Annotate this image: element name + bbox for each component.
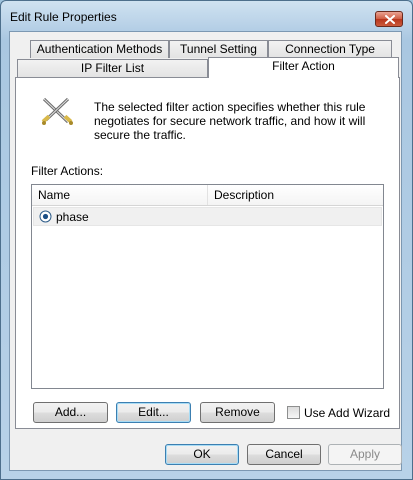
remove-button[interactable]: Remove [200, 402, 275, 423]
close-button[interactable] [375, 11, 403, 27]
tab-tunnel-setting[interactable]: Tunnel Setting [169, 40, 268, 58]
use-add-wizard-label[interactable]: Use Add Wizard [304, 406, 390, 420]
tab-ip-filter-list[interactable]: IP Filter List [17, 59, 208, 77]
dialog-window: Edit Rule Properties Authentication Meth… [0, 0, 413, 480]
ok-button[interactable]: OK [165, 444, 239, 465]
filter-actions-label: Filter Actions: [31, 164, 104, 178]
close-icon [385, 15, 395, 24]
cancel-button[interactable]: Cancel [247, 444, 321, 465]
column-header-name[interactable]: Name [32, 185, 208, 205]
column-header-description[interactable]: Description [208, 185, 383, 205]
title-bar[interactable]: Edit Rule Properties [1, 1, 412, 31]
tab-authentication-methods[interactable]: Authentication Methods [30, 40, 169, 58]
filter-actions-list[interactable]: Name Description phase [31, 184, 384, 389]
list-item[interactable]: phase [33, 207, 382, 226]
crossed-swords-icon [41, 97, 73, 125]
edit-button[interactable]: Edit... [116, 402, 191, 423]
add-button[interactable]: Add... [33, 402, 108, 423]
tab-connection-type[interactable]: Connection Type [268, 40, 392, 58]
window-title: Edit Rule Properties [10, 10, 117, 24]
radio-selected-icon[interactable] [39, 210, 52, 223]
filter-action-panel: The selected filter action specifies whe… [15, 77, 400, 429]
list-header: Name Description [32, 185, 383, 206]
description-text: The selected filter action specifies whe… [94, 100, 366, 142]
apply-button[interactable]: Apply [328, 444, 402, 465]
tab-filter-action[interactable]: Filter Action [208, 57, 399, 78]
list-item-name: phase [56, 210, 89, 224]
use-add-wizard-checkbox[interactable] [287, 406, 300, 419]
